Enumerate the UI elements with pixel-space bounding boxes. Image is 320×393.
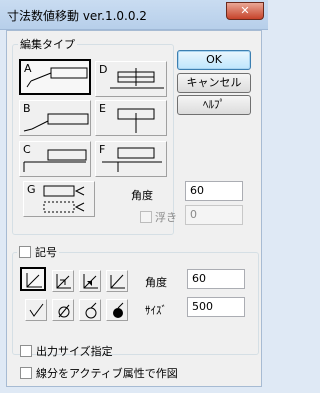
symbol-angle-label: 角度 [145,276,167,289]
symbol-size-label: ｻｲｽﾞ [145,304,167,317]
type-b-tile[interactable]: B [19,100,91,136]
type-e-tile[interactable]: E [95,100,167,136]
help-button[interactable]: ﾍﾙﾌﾟ [177,95,251,115]
close-button[interactable]: ✕ [226,2,264,20]
cancel-button[interactable]: キャンセル [177,73,251,93]
symbol-filled-circle-icon [113,302,124,318]
symbol-angle-mark-icon [26,273,42,288]
symbol-4-tile[interactable] [106,270,128,292]
type-f-tile[interactable]: F [95,141,167,177]
window-title: 寸法数値移動 ver.1.0.0.2 [7,9,147,23]
symbol-3-tile[interactable] [79,270,101,292]
symbol-size-input[interactable]: 500 [187,297,245,317]
edit-angle-label: 角度 [131,189,153,202]
symbol-circle-arc-icon [85,302,97,319]
float-label: 浮き [155,211,177,224]
symbol-check-icon [29,303,44,317]
symbol-1-tile[interactable] [20,267,46,291]
output-size-checkbox[interactable] [20,345,32,357]
symbol-6-tile[interactable] [52,299,74,321]
symbol-tick-icon [110,274,125,289]
title-bar: 寸法数値移動 ver.1.0.0.2 ✕ [0,0,268,30]
symbol-angle-input[interactable]: 60 [187,269,245,289]
float-input[interactable]: 0 [185,205,243,225]
type-g-diagram [43,185,85,213]
symbol-open-arrow-icon [56,274,71,289]
type-e-diagram [117,108,155,133]
type-d-tile[interactable]: D [95,61,167,97]
symbol-5-tile[interactable] [25,299,47,321]
symbol-filled-arrow-icon [83,274,98,289]
close-icon: ✕ [240,4,250,17]
type-a-tile[interactable]: A [19,59,91,95]
symbol-label: 記号 [35,246,57,259]
symbol-group-header: 記号 [17,245,59,259]
edit-angle-input[interactable]: 60 [185,181,243,201]
type-g-tile[interactable]: G [23,181,95,217]
symbol-2-tile[interactable] [52,270,74,292]
symbol-7-tile[interactable] [79,299,101,321]
symbol-circle-open-icon [58,304,70,318]
type-a-diagram [26,67,88,88]
ok-button[interactable]: OK [177,50,251,70]
type-d-diagram [110,68,164,89]
symbol-8-tile[interactable] [106,299,128,321]
type-c-tile[interactable]: C [19,141,91,177]
type-b-diagram [23,113,89,132]
output-size-label: 出力サイズ指定 [36,345,113,358]
edit-type-label: 編集タイプ [18,36,77,52]
symbol-checkbox[interactable] [19,246,31,258]
dialog-body: 編集タイプ A D B E C F G 角度 60 浮き 0 OK キャンセル … [6,30,262,387]
type-c-diagram [23,149,87,172]
type-f-diagram [102,147,162,172]
active-attr-checkbox[interactable] [20,367,32,379]
active-attr-label: 線分をアクティブ属性で作図 [36,367,178,380]
float-checkbox[interactable] [140,211,152,223]
